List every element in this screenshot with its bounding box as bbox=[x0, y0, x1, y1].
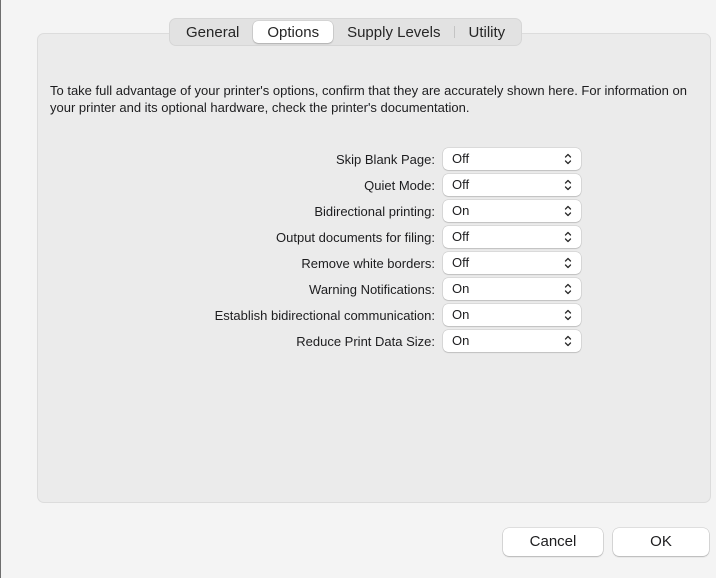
option-label-skip-blank-page: Skip Blank Page: bbox=[335, 152, 435, 167]
option-row-reduce-print-data-size: Reduce Print Data Size: On bbox=[1, 330, 716, 354]
bidirectional-printing-popup[interactable]: On bbox=[443, 200, 581, 222]
option-label-quiet-mode: Quiet Mode: bbox=[364, 178, 435, 193]
option-row-remove-white-borders: Remove white borders: Off bbox=[1, 252, 716, 276]
printer-options-dialog: General Options Supply Levels Utility To… bbox=[0, 0, 716, 578]
up-down-chevron-icon bbox=[564, 309, 572, 321]
quiet-mode-popup[interactable]: Off bbox=[443, 174, 581, 196]
quiet-mode-value: Off bbox=[452, 177, 470, 192]
options-description: To take full advantage of your printer's… bbox=[50, 83, 687, 115]
up-down-chevron-icon bbox=[564, 335, 572, 347]
tab-bar: General Options Supply Levels Utility bbox=[169, 18, 523, 46]
option-label-output-documents-for-filing: Output documents for filing: bbox=[276, 230, 435, 245]
option-label-remove-white-borders: Remove white borders: bbox=[301, 256, 435, 271]
up-down-chevron-icon bbox=[564, 153, 572, 165]
option-row-output-documents-for-filing: Output documents for filing: Off bbox=[1, 226, 716, 250]
up-down-chevron-icon bbox=[564, 179, 572, 191]
option-label-warning-notifications: Warning Notifications: bbox=[309, 282, 435, 297]
output-documents-for-filing-popup[interactable]: Off bbox=[443, 226, 581, 248]
option-label-establish-bidirectional-communication: Establish bidirectional communication: bbox=[214, 308, 435, 323]
bidirectional-printing-value: On bbox=[452, 203, 470, 218]
up-down-chevron-icon bbox=[564, 205, 572, 217]
remove-white-borders-popup[interactable]: Off bbox=[443, 252, 581, 274]
warning-notifications-popup[interactable]: On bbox=[443, 278, 581, 300]
warning-notifications-value: On bbox=[452, 281, 470, 296]
tab-options-label: Options bbox=[267, 23, 320, 41]
option-row-establish-bidirectional-communication: Establish bidirectional communication: O… bbox=[1, 304, 716, 328]
reduce-print-data-size-popup[interactable]: On bbox=[443, 330, 581, 352]
option-label-reduce-print-data-size: Reduce Print Data Size: bbox=[296, 334, 435, 349]
output-documents-for-filing-value: Off bbox=[452, 229, 470, 244]
option-row-quiet-mode: Quiet Mode: Off bbox=[1, 174, 716, 198]
option-label-bidirectional-printing: Bidirectional printing: bbox=[314, 204, 435, 219]
up-down-chevron-icon bbox=[564, 283, 572, 295]
cancel-button[interactable]: Cancel bbox=[503, 528, 603, 556]
tab-general-label: General bbox=[186, 23, 240, 41]
reduce-print-data-size-value: On bbox=[452, 333, 470, 348]
up-down-chevron-icon bbox=[564, 231, 572, 243]
ok-button[interactable]: OK bbox=[613, 528, 709, 556]
tab-general[interactable]: General bbox=[172, 21, 253, 43]
option-row-warning-notifications: Warning Notifications: On bbox=[1, 278, 716, 302]
remove-white-borders-value: Off bbox=[452, 255, 470, 270]
skip-blank-page-value: Off bbox=[452, 151, 470, 166]
tab-options[interactable]: Options bbox=[253, 21, 334, 43]
option-row-bidirectional-printing: Bidirectional printing: On bbox=[1, 200, 716, 224]
establish-bidirectional-communication-popup[interactable]: On bbox=[443, 304, 581, 326]
tab-utility-label: Utility bbox=[468, 23, 506, 41]
skip-blank-page-popup[interactable]: Off bbox=[443, 148, 581, 170]
option-row-skip-blank-page: Skip Blank Page: Off bbox=[1, 148, 716, 172]
dialog-buttons: Cancel OK bbox=[1, 528, 716, 558]
tab-supply-levels-label: Supply Levels bbox=[347, 23, 441, 41]
establish-bidirectional-communication-value: On bbox=[452, 307, 470, 322]
tab-supply-levels[interactable]: Supply Levels bbox=[333, 21, 454, 43]
tab-utility[interactable]: Utility bbox=[454, 21, 519, 43]
up-down-chevron-icon bbox=[564, 257, 572, 269]
